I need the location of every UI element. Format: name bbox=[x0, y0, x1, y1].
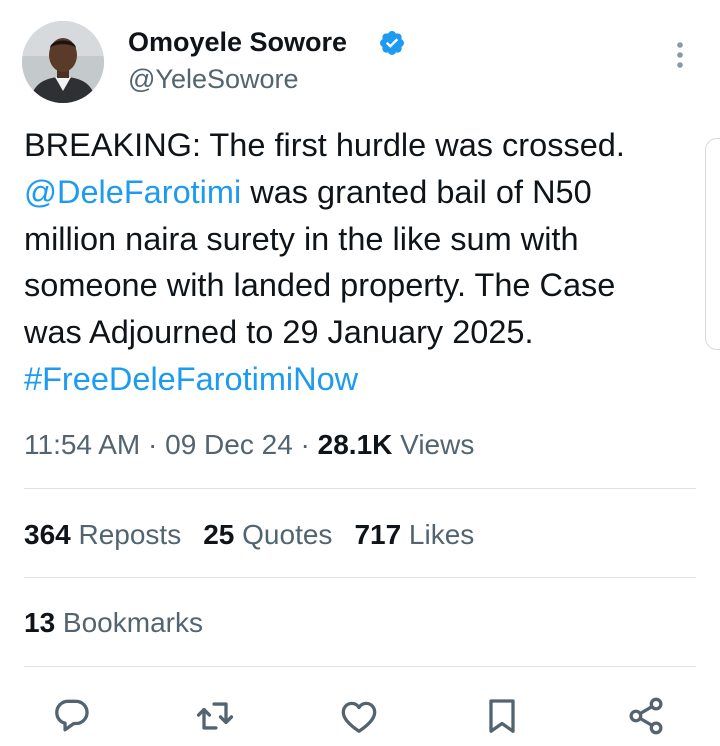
author-handle[interactable]: @YeleSowore bbox=[128, 62, 299, 96]
meta-separator: · bbox=[140, 429, 166, 460]
bookmark-button[interactable] bbox=[480, 694, 524, 738]
divider bbox=[24, 666, 696, 667]
mention-link[interactable]: @DeleFarotimi bbox=[24, 174, 241, 210]
reposts-stat[interactable]: 364 Reposts bbox=[24, 519, 181, 550]
likes-stat[interactable]: 717 Likes bbox=[354, 519, 474, 550]
tweet-line: was granted bail of N50 bbox=[241, 173, 592, 210]
views-count: 28.1K bbox=[317, 429, 393, 460]
more-options-icon[interactable] bbox=[670, 40, 690, 70]
share-button[interactable] bbox=[624, 694, 668, 738]
bookmarks-count: 13 bbox=[24, 607, 56, 638]
views-label: Views bbox=[392, 429, 475, 460]
meta-separator: · bbox=[292, 429, 318, 460]
hashtag-link[interactable]: #FreeDeleFarotimiNow bbox=[24, 361, 358, 397]
reply-icon bbox=[55, 699, 89, 732]
reposts-count: 364 bbox=[24, 519, 71, 550]
like-icon bbox=[341, 701, 377, 733]
edge-panel-handle[interactable] bbox=[705, 138, 720, 350]
author-name[interactable]: Omoyele Sowore bbox=[128, 26, 347, 58]
avatar[interactable] bbox=[22, 21, 104, 103]
divider bbox=[24, 577, 696, 578]
reposts-label: Reposts bbox=[70, 519, 182, 550]
reply-button[interactable] bbox=[50, 694, 94, 738]
tweet-line: BREAKING: The first hurdle was crossed. bbox=[24, 127, 625, 163]
quotes-stat[interactable]: 25 Quotes bbox=[203, 519, 332, 550]
tweet-line: was Adjourned to 29 January 2025. bbox=[24, 314, 534, 351]
tweet-date[interactable]: 09 Dec 24 bbox=[165, 429, 293, 460]
bookmark-icon bbox=[489, 699, 515, 733]
repost-button[interactable] bbox=[193, 694, 237, 738]
share-icon bbox=[629, 697, 663, 735]
tweet-time[interactable]: 11:54 AM bbox=[24, 429, 140, 460]
likes-label: Likes bbox=[401, 519, 475, 550]
likes-count: 717 bbox=[354, 519, 402, 550]
divider bbox=[24, 488, 696, 489]
verified-badge-icon bbox=[380, 31, 404, 55]
bookmarks-label: Bookmarks bbox=[55, 607, 203, 638]
engagement-stats: 364 Reposts 25 Quotes 717 Likes bbox=[24, 517, 496, 553]
bookmarks-stat[interactable]: 13 Bookmarks bbox=[24, 605, 203, 641]
tweet-meta: 11:54 AM · 09 Dec 24 · 28.1K Views bbox=[24, 427, 474, 463]
tweet-line: million naira surety in the like sum wit… bbox=[24, 220, 579, 257]
quotes-label: Quotes bbox=[234, 519, 333, 550]
tweet-text: BREAKING: The first hurdle was crossed. … bbox=[24, 122, 704, 403]
quotes-count: 25 bbox=[203, 519, 235, 550]
tweet-line: someone with landed property. The Case bbox=[24, 267, 616, 304]
repost-icon bbox=[196, 702, 234, 730]
like-button[interactable] bbox=[337, 694, 381, 738]
